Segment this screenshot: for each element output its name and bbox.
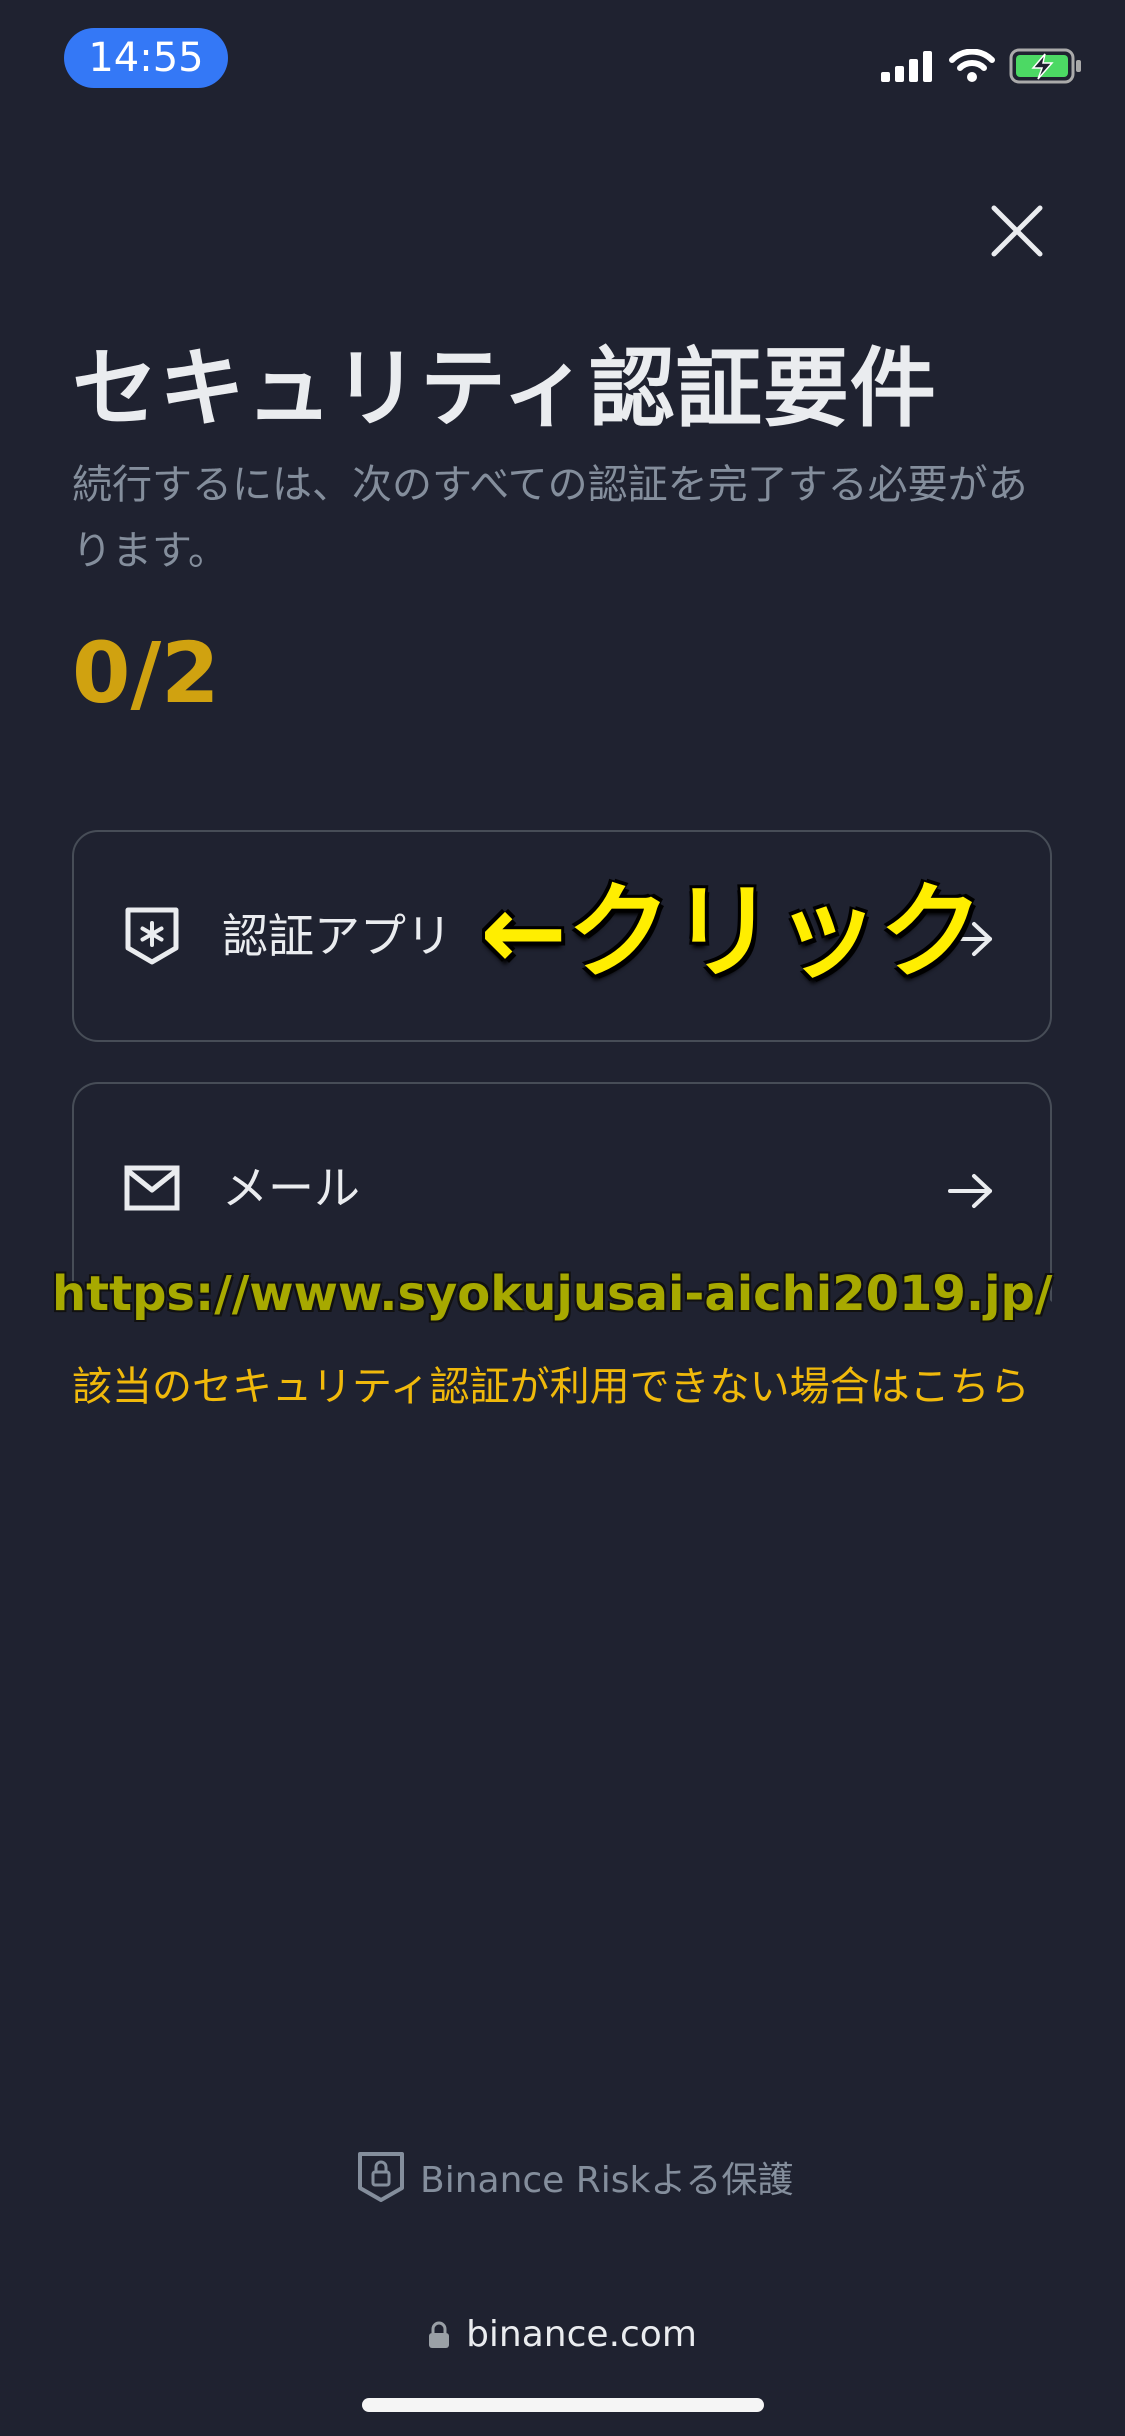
close-icon[interactable] — [982, 196, 1052, 266]
email-label: メール — [222, 1161, 360, 1215]
status-icons — [881, 46, 1083, 86]
watermark-url: https://www.syokujusai-aichi2019.jp/ — [52, 1266, 1053, 1322]
domain-text: binance.com — [466, 2314, 697, 2355]
lock-icon — [429, 2321, 450, 2348]
protection-text: Binance Riskよる保護 — [420, 2160, 794, 2201]
wifi-icon — [949, 49, 995, 82]
arrow-right-icon — [948, 1174, 992, 1208]
page-subtitle: 続行するには、次のすべての認証を完了する必要があります。 — [72, 462, 1028, 574]
status-time: 14:55 — [64, 28, 228, 88]
cellular-signal-icon — [881, 51, 932, 82]
shield-asterisk-icon — [125, 907, 179, 965]
shield-lock-icon — [358, 2152, 404, 2202]
binance-risk-protection: Binance Riskよる保護 — [356, 2150, 793, 2204]
url-bar[interactable]: binance.com — [0, 2314, 1125, 2355]
mail-icon — [124, 1165, 180, 1211]
progress-counter: 0/2 — [72, 624, 220, 722]
authenticator-app-label: 認証アプリ — [222, 909, 452, 963]
click-annotation: ←クリック — [480, 871, 984, 993]
battery-charging-icon — [1009, 48, 1081, 84]
page-title: セキュリティ認証要件 — [72, 339, 937, 439]
unavailable-verification-link[interactable]: 該当のセキュリティ認証が利用できない場合はこちら — [72, 1354, 1062, 1420]
home-indicator[interactable] — [362, 2398, 764, 2412]
